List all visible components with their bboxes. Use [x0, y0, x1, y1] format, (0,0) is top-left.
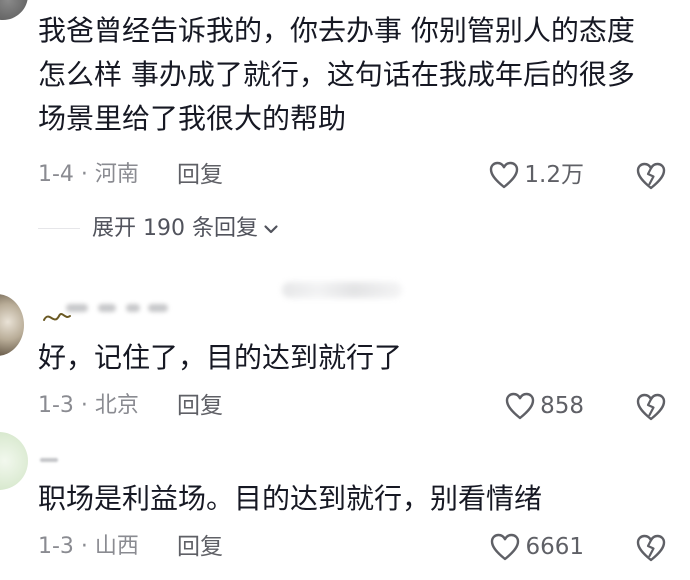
comment-date-location: 1-3 · 北京: [38, 393, 139, 418]
reply-button[interactable]: 回复: [177, 389, 223, 423]
dislike-button[interactable]: [634, 160, 670, 192]
like-count: 1.2万: [524, 162, 584, 188]
commenter-avatar[interactable]: [0, 294, 24, 356]
expand-divider: [38, 228, 80, 229]
heart-outline-icon: [491, 533, 520, 561]
expand-replies-button[interactable]: 展开 190 条回复: [92, 212, 280, 246]
heart-outline-icon: [505, 392, 535, 420]
comment-meta-row: 1-4 · 河南 回复 1.2万: [38, 158, 670, 192]
like-count: 6661: [525, 534, 584, 560]
broken-heart-icon: [636, 393, 666, 421]
commenter-name-blurred: [282, 282, 402, 298]
comment-date-location: 1-4 · 河南: [38, 162, 139, 187]
dislike-button[interactable]: [634, 391, 670, 423]
like-button[interactable]: 6661: [489, 530, 584, 564]
comment-date-location: 1-3 · 山西: [38, 534, 139, 559]
comment-text: 我爸曾经告诉我的，你去办事 你别管别人的态度 怎么样 事办成了就行，这句话在我成…: [38, 14, 635, 135]
like-count: 858: [540, 393, 584, 419]
commenter-name-blurred: [43, 313, 71, 321]
broken-heart-icon: [636, 534, 666, 562]
like-button[interactable]: 1.2万: [488, 158, 584, 192]
expand-replies-label: 展开 190 条回复: [92, 216, 258, 241]
heart-outline-icon: [490, 161, 519, 189]
chevron-down-icon: [264, 225, 278, 234]
comment-text: 好，记住了，目的达到就行了: [38, 341, 403, 374]
reply-button[interactable]: 回复: [177, 530, 223, 564]
comment-meta-row: 1-3 · 山西 回复 6661: [38, 530, 670, 564]
like-button[interactable]: 858: [504, 389, 584, 423]
commenter-avatar[interactable]: [0, 0, 28, 20]
comment-text: 职场是利益场。目的达到就行，别看情绪: [38, 482, 543, 515]
comment-meta-row: 1-3 · 北京 回复 858: [38, 389, 670, 423]
commenter-name-blurred: [40, 458, 58, 462]
reply-button[interactable]: 回复: [177, 158, 223, 192]
dislike-button[interactable]: [634, 532, 670, 564]
broken-heart-icon: [636, 162, 666, 190]
commenter-avatar[interactable]: [0, 432, 28, 490]
